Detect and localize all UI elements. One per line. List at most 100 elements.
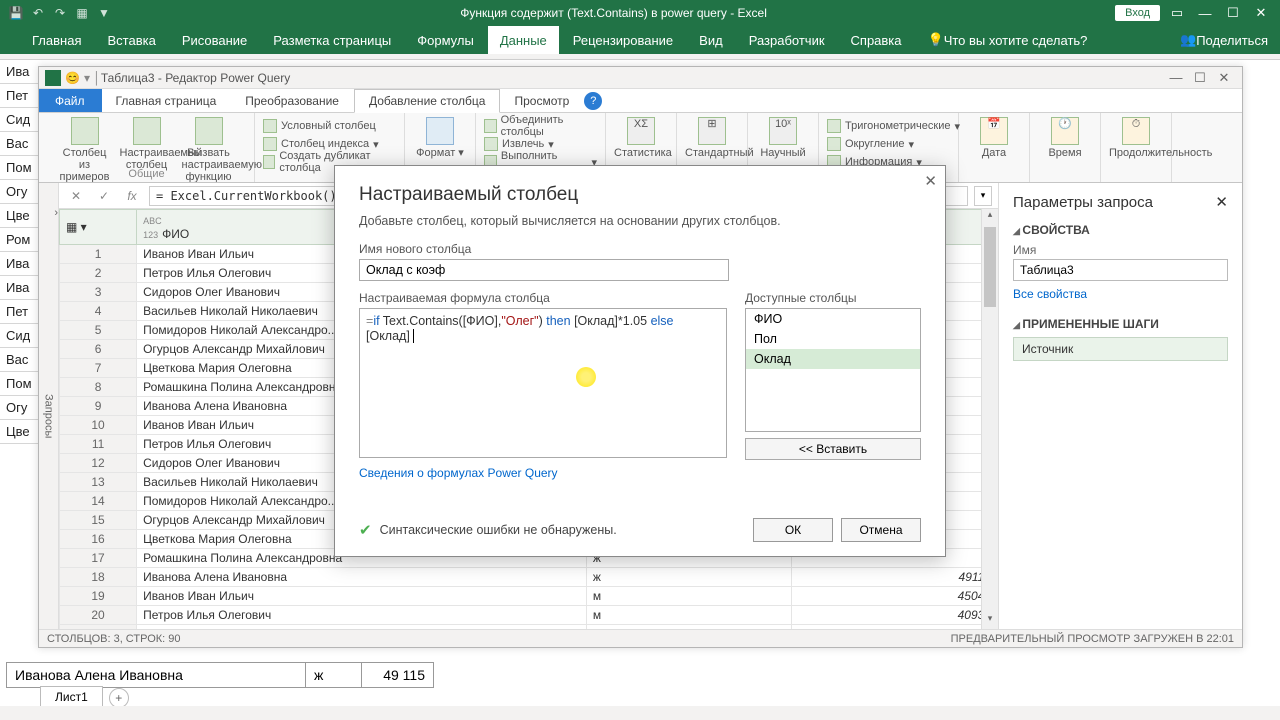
status-columns-rows: СТОЛБЦОВ: 3, СТРОК: 90: [47, 633, 181, 645]
format-button[interactable]: Формат ▾: [413, 117, 467, 159]
scroll-down-icon[interactable]: ▾: [982, 613, 998, 629]
queries-pane[interactable]: › Запросы: [39, 183, 59, 629]
login-button[interactable]: Вход: [1115, 5, 1160, 21]
conditional-column-button[interactable]: Условный столбец: [263, 117, 376, 135]
cell-c[interactable]: 49 115: [362, 662, 434, 688]
applied-steps-section[interactable]: ПРИМЕНЕННЫЕ ШАГИ: [1013, 317, 1228, 331]
step-source[interactable]: Источник: [1013, 337, 1228, 361]
table-row[interactable]: 19Иванов Иван Ильичм45047: [60, 587, 998, 606]
rounding-button[interactable]: Округление ▾: [827, 135, 914, 153]
pq-tab-view[interactable]: Просмотр: [500, 89, 584, 112]
close-icon[interactable]: ✕: [1250, 5, 1272, 21]
tab-developer[interactable]: Разработчик: [737, 26, 837, 54]
standard-button[interactable]: ⊞Стандартный: [685, 117, 739, 159]
insert-button[interactable]: << Вставить: [745, 438, 921, 460]
cell-a[interactable]: Иванова Алена Ивановна: [6, 662, 306, 688]
tab-formulas[interactable]: Формулы: [405, 26, 486, 54]
dialog-title: Настраиваемый столбец: [359, 184, 921, 206]
merge-columns-button[interactable]: Объединить столбцы: [484, 117, 597, 135]
table-row[interactable]: 20Петров Илья Олеговичм40938: [60, 606, 998, 625]
qat-icon[interactable]: ▦: [74, 5, 90, 21]
tellme[interactable]: 💡 Что вы хотите сделать?: [916, 26, 1100, 54]
cursor-highlight-icon: [576, 367, 596, 387]
dialog-close-icon[interactable]: ✕: [924, 172, 937, 190]
statistics-button[interactable]: XΣСтатистика: [614, 117, 668, 159]
tab-layout[interactable]: Разметка страницы: [261, 26, 403, 54]
query-settings-pane: Параметры запроса ✕ СВОЙСТВА Имя Все свой…: [998, 183, 1242, 629]
table-row[interactable]: 21Сидоров Олег Ивановичм45583: [60, 625, 998, 630]
checkmark-icon: ✔: [359, 521, 372, 539]
all-properties-link[interactable]: Все свойства: [1013, 287, 1228, 301]
available-column-item[interactable]: Пол: [746, 329, 920, 349]
row-index-header[interactable]: ▦ ▾: [60, 210, 137, 245]
excel-icon: [45, 70, 61, 86]
scroll-thumb[interactable]: [984, 227, 996, 307]
tab-draw[interactable]: Рисование: [170, 26, 259, 54]
invoke-function-button[interactable]: Вызвать настраиваемую функцию: [182, 117, 236, 183]
available-columns-list[interactable]: ФИОПолОклад: [745, 308, 921, 432]
scientific-button[interactable]: 10ˣНаучный: [756, 117, 810, 159]
duration-button[interactable]: ⏱Продолжительность: [1109, 117, 1163, 159]
pq-close-icon[interactable]: ✕: [1212, 70, 1236, 86]
tab-view[interactable]: Вид: [687, 26, 735, 54]
table-row[interactable]: 18Иванова Алена Ивановнаж49115: [60, 568, 998, 587]
name-label: Имя: [1013, 243, 1228, 257]
pq-minimize-icon[interactable]: —: [1164, 70, 1188, 85]
available-column-item[interactable]: Оклад: [746, 349, 920, 369]
redo-icon[interactable]: ↷: [52, 5, 68, 21]
fx-icon[interactable]: fx: [121, 189, 143, 203]
share-button[interactable]: 👥 Поделиться: [1168, 26, 1280, 54]
ribbon-mode-icon[interactable]: ▭: [1166, 5, 1188, 21]
pq-help-icon[interactable]: ?: [584, 92, 602, 110]
formula-help-link[interactable]: Сведения о формулах Power Query: [359, 466, 558, 480]
scroll-up-icon[interactable]: ▴: [982, 209, 998, 225]
excel-bottom-row: Иванова Алена Ивановна ж 49 115: [6, 660, 1280, 690]
pq-tab-file[interactable]: Файл: [39, 89, 102, 112]
formula-label: Настраиваемая формула столбца: [359, 291, 727, 305]
pq-title: Таблица3 - Редактор Power Query: [101, 71, 290, 85]
grid-scrollbar[interactable]: ▴ ▾: [981, 209, 998, 629]
undo-icon[interactable]: ↶: [30, 5, 46, 21]
tab-review[interactable]: Рецензирование: [561, 26, 685, 54]
formula-editor[interactable]: =if Text.Contains([ФИО],"Олег") then [Ок…: [359, 308, 727, 458]
workbook-title: Функция содержит (Text.Contains) в power…: [112, 6, 1115, 20]
tab-help[interactable]: Справка: [839, 26, 914, 54]
trig-button[interactable]: Тригонометрические ▾: [827, 117, 960, 135]
column-from-examples-button[interactable]: Столбец из примеров: [58, 117, 112, 183]
query-settings-title: Параметры запроса: [1013, 194, 1153, 211]
save-icon[interactable]: 💾: [8, 5, 24, 21]
group-general-label: Общие: [128, 168, 164, 180]
pq-tab-home[interactable]: Главная страница: [102, 89, 232, 112]
date-button[interactable]: 📅Дата: [967, 117, 1021, 159]
no-errors-label: Синтаксические ошибки не обнаружены.: [380, 523, 745, 537]
add-sheet-icon[interactable]: +: [109, 688, 129, 708]
pq-maximize-icon[interactable]: ☐: [1188, 70, 1212, 86]
tellme-label: Что вы хотите сделать?: [944, 33, 1088, 48]
pq-status-bar: СТОЛБЦОВ: 3, СТРОК: 90 ПРЕДВАРИТЕЛЬНЫЙ П…: [39, 629, 1242, 647]
query-name-input[interactable]: [1013, 259, 1228, 281]
fx-accept-icon[interactable]: ✓: [93, 189, 115, 203]
new-column-name-label: Имя нового столбца: [359, 242, 921, 256]
fx-cancel-icon[interactable]: ✕: [65, 189, 87, 203]
maximize-icon[interactable]: ☐: [1222, 5, 1244, 21]
formula-dropdown-icon[interactable]: ▾: [974, 186, 992, 206]
properties-section[interactable]: СВОЙСТВА: [1013, 223, 1228, 237]
minimize-icon[interactable]: —: [1194, 6, 1216, 21]
dialog-subtitle: Добавьте столбец, который вычисляется на…: [359, 214, 921, 228]
tab-insert[interactable]: Вставка: [95, 26, 167, 54]
ok-button[interactable]: ОК: [753, 518, 833, 542]
cancel-button[interactable]: Отмена: [841, 518, 921, 542]
tab-home[interactable]: Главная: [20, 26, 93, 54]
status-preview-time: ПРЕДВАРИТЕЛЬНЫЙ ПРОСМОТР ЗАГРУЖЕН В 22:0…: [951, 633, 1234, 645]
time-button[interactable]: 🕐Время: [1038, 117, 1092, 159]
qat-icon[interactable]: ▼: [96, 5, 112, 21]
available-column-item[interactable]: ФИО: [746, 309, 920, 329]
cell-b[interactable]: ж: [306, 662, 362, 688]
pq-tab-addcolumn[interactable]: Добавление столбца: [354, 89, 501, 113]
tab-data[interactable]: Данные: [488, 26, 559, 54]
pq-tab-transform[interactable]: Преобразование: [231, 89, 354, 112]
new-column-name-input[interactable]: [359, 259, 729, 281]
close-pane-icon[interactable]: ✕: [1215, 193, 1228, 211]
excel-titlebar: 💾 ↶ ↷ ▦ ▼ Функция содержит (Text.Contain…: [0, 0, 1280, 26]
available-columns-label: Доступные столбцы: [745, 291, 921, 305]
